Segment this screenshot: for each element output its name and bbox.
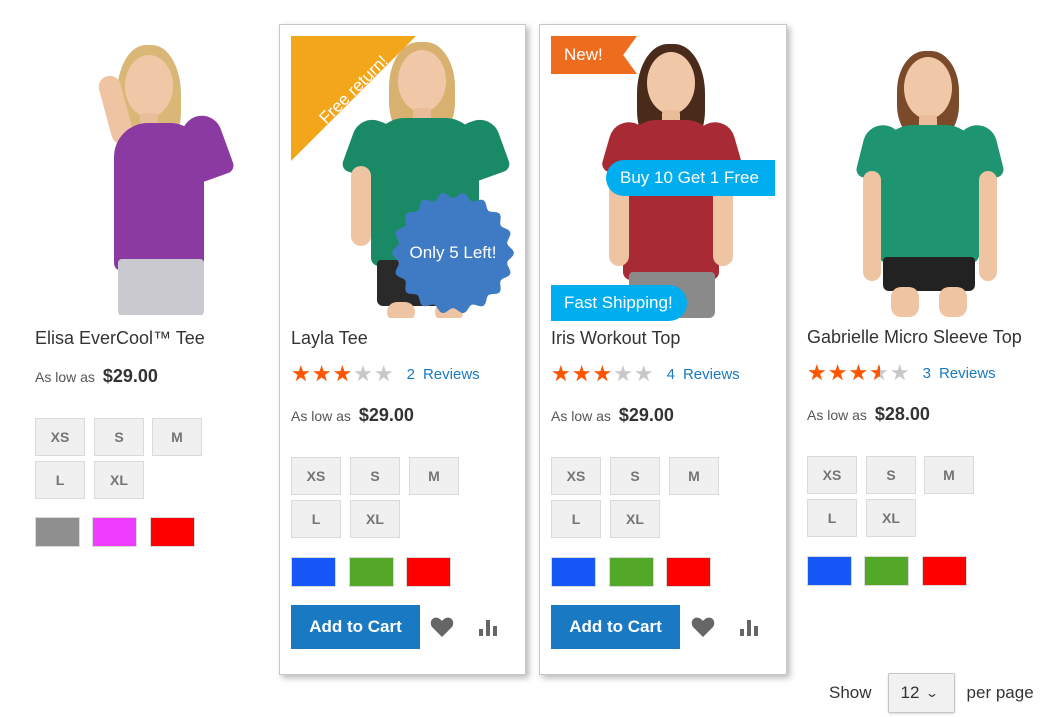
reviews-count: 4 [666, 365, 675, 383]
per-page-value: 12 [900, 683, 920, 702]
only-left-label: Only 5 Left! [409, 243, 497, 262]
product-name[interactable]: Iris Workout Top [551, 328, 680, 349]
size-option-l[interactable]: L [807, 499, 857, 537]
reviews-link[interactable]: 2 Reviews [407, 366, 480, 383]
only-left-badge: Only 5 Left! [391, 191, 515, 315]
price-prefix: As low as [291, 408, 351, 424]
reviews-label: Reviews [422, 365, 480, 383]
size-option-xl[interactable]: XL [350, 500, 400, 538]
size-option-xl[interactable]: XL [94, 461, 144, 499]
size-option-l[interactable]: L [35, 461, 85, 499]
product-price: As low as $28.00 [807, 404, 930, 425]
chevron-down-icon: ⌄ [925, 686, 940, 700]
show-label: Show [829, 683, 872, 702]
product-card-gabrielle: Gabrielle Micro Sleeve Top ★★★★★★★★★★ 3R… [796, 24, 1046, 675]
free-return-badge: Free return! [291, 36, 416, 161]
color-swatch-blue[interactable] [807, 556, 852, 586]
promo-badge: Buy 10 Get 1 Free [606, 160, 775, 196]
color-swatch-red[interactable] [150, 517, 195, 547]
size-option-s[interactable]: S [610, 457, 660, 495]
product-image[interactable] [807, 35, 1039, 317]
price-prefix: As low as [35, 369, 95, 385]
color-swatch-gray[interactable] [35, 517, 80, 547]
price-amount: $29.00 [358, 405, 414, 425]
reviews-label: Reviews [682, 365, 740, 383]
product-name[interactable]: Layla Tee [291, 328, 368, 349]
color-swatch-green[interactable] [609, 557, 654, 587]
size-option-xs[interactable]: XS [291, 457, 341, 495]
product-card-elisa: Elisa EverCool™ Tee As low as $29.00 XS … [20, 0, 270, 675]
price-prefix: As low as [807, 407, 867, 423]
reviews-label: Reviews [938, 364, 996, 382]
product-name[interactable]: Elisa EverCool™ Tee [35, 328, 205, 349]
color-swatch-red[interactable] [922, 556, 967, 586]
color-swatch-pink[interactable] [92, 517, 137, 547]
add-to-cart-button[interactable]: Add to Cart [291, 605, 420, 649]
size-option-m[interactable]: M [924, 456, 974, 494]
fast-shipping-badge: Fast Shipping! [551, 285, 687, 321]
size-option-xl[interactable]: XL [866, 499, 916, 537]
rating-stars: ★★★★★★★★★★ [551, 361, 655, 386]
color-swatch-blue[interactable] [551, 557, 596, 587]
product-name[interactable]: Gabrielle Micro Sleeve Top [807, 327, 1022, 348]
price-prefix: As low as [551, 408, 611, 424]
size-option-xs[interactable]: XS [807, 456, 857, 494]
rating-stars: ★★★★★★★★★★ [807, 360, 911, 385]
size-option-xs[interactable]: XS [35, 418, 85, 456]
size-option-l[interactable]: L [551, 500, 601, 538]
product-rating: ★★★★★★★★★★ 2 Reviews [291, 363, 480, 385]
product-price: As low as $29.00 [35, 366, 158, 387]
reviews-count: 2 [406, 365, 415, 383]
size-option-s[interactable]: S [94, 418, 144, 456]
product-price: As low as $29.00 [291, 405, 414, 426]
price-amount: $29.00 [618, 405, 674, 425]
color-swatch-red[interactable] [406, 557, 451, 587]
color-swatch-green[interactable] [864, 556, 909, 586]
per-page-label: per page [966, 683, 1034, 702]
reviews-link[interactable]: 4 Reviews [667, 366, 740, 383]
size-option-s[interactable]: S [866, 456, 916, 494]
reviews-count: 3 [922, 364, 931, 382]
color-swatch-green[interactable] [349, 557, 394, 587]
heart-icon[interactable] [430, 616, 454, 640]
product-grid: Elisa EverCool™ Tee As low as $29.00 XS … [0, 0, 1051, 680]
per-page-select[interactable]: 12 ⌄ [887, 673, 955, 713]
bar-chart-icon[interactable] [478, 617, 502, 641]
size-option-m[interactable]: M [409, 457, 459, 495]
size-option-m[interactable]: M [152, 418, 202, 456]
color-swatch-blue[interactable] [291, 557, 336, 587]
size-option-xs[interactable]: XS [551, 457, 601, 495]
price-amount: $29.00 [102, 366, 158, 386]
price-amount: $28.00 [874, 404, 930, 424]
product-price: As low as $29.00 [551, 405, 674, 426]
product-card-iris: New! Buy 10 Get 1 Free Fast Shipping! Ir… [539, 24, 787, 675]
add-to-cart-button[interactable]: Add to Cart [551, 605, 680, 649]
product-card-layla: Free return! Only 5 Left! Layla Tee ★★★★… [279, 24, 526, 675]
size-option-m[interactable]: M [669, 457, 719, 495]
heart-icon[interactable] [691, 616, 715, 640]
size-option-l[interactable]: L [291, 500, 341, 538]
pager-toolbar: Show 12 ⌄ per page [829, 673, 1034, 713]
product-rating: ★★★★★★★★★★ 3 Reviews [807, 362, 996, 384]
bar-chart-icon[interactable] [739, 617, 763, 641]
product-image[interactable] [30, 35, 260, 315]
size-option-xl[interactable]: XL [610, 500, 660, 538]
product-rating: ★★★★★★★★★★ 4 Reviews [551, 363, 740, 385]
color-swatch-red[interactable] [666, 557, 711, 587]
rating-stars: ★★★★★★★★★★ [291, 361, 395, 386]
size-option-s[interactable]: S [350, 457, 400, 495]
reviews-link[interactable]: 3 Reviews [923, 365, 996, 382]
